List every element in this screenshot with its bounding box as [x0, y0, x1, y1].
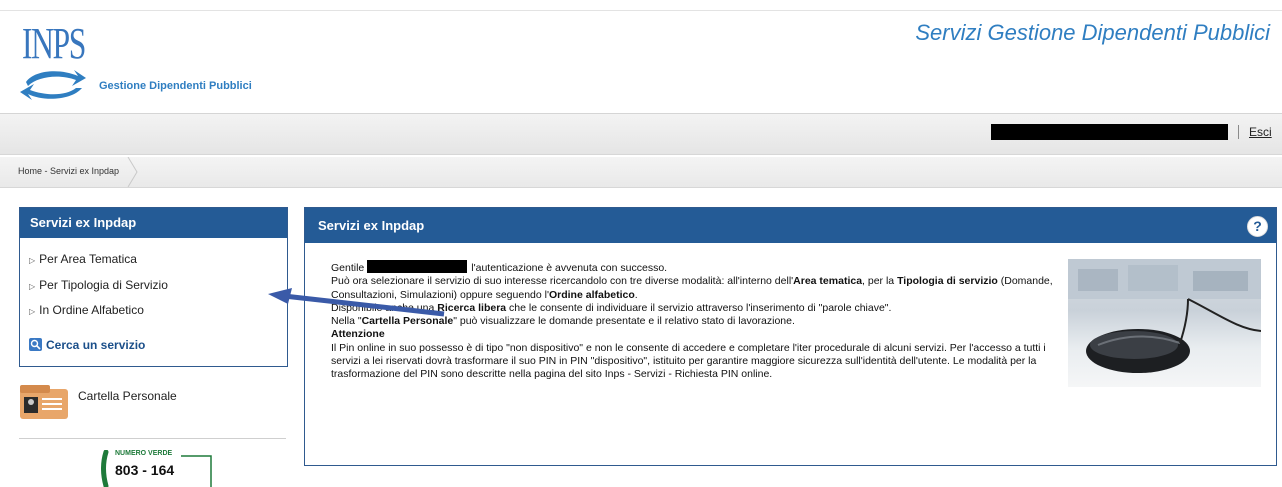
mouse-photo-drawing [1068, 259, 1261, 373]
search-service-link[interactable]: Cerca un servizio [29, 338, 145, 352]
help-icon[interactable]: ? [1247, 216, 1268, 237]
sidebar-title: Servizi ex Inpdap [20, 208, 287, 238]
sidebar-panel: Servizi ex Inpdap ▷ Per Area Tematica ▷ Pe… [19, 207, 288, 367]
sidebar-item-area-tematica[interactable]: ▷ Per Area Tematica [29, 252, 137, 266]
annotation-arrow-icon [268, 288, 445, 317]
redacted-name [367, 260, 468, 273]
breadcrumb-bar [0, 157, 1282, 188]
userbar-separator [1238, 125, 1239, 139]
cartella-personale-link[interactable]: Cartella Personale [19, 383, 286, 423]
search-icon [29, 338, 42, 351]
main-title: Servizi ex Inpdap [305, 208, 1276, 243]
sidebar-item-label: In Ordine Alfabetico [39, 303, 144, 317]
welcome-text: Gentile l'autenticazione è avvenuta con s… [331, 260, 1061, 382]
id-card-icon [20, 385, 68, 419]
sidebar-divider [19, 438, 286, 439]
sidebar-item-label: Per Area Tematica [39, 252, 137, 266]
top-border [0, 0, 1282, 11]
logout-link[interactable]: Esci [1249, 125, 1272, 139]
computer-mouse-photo [1068, 259, 1261, 387]
inps-logo-text: INPS [22, 19, 86, 68]
main-panel: Servizi ex Inpdap ? Gentile l'autenticazi… [304, 207, 1277, 466]
app-title: Servizi Gestione Dipendenti Pubblici [915, 20, 1270, 45]
breadcrumb[interactable]: Home - Servizi ex Inpdap [18, 166, 119, 176]
numero-verde-badge: NUMERO VERDE 803 - 164 [101, 450, 215, 487]
attention-text: Il Pin online in suo possesso è di tipo … [331, 341, 1046, 381]
numero-verde-number: 803 - 164 [115, 462, 175, 478]
triangle-right-icon: ▷ [29, 256, 36, 265]
breadcrumb-chevron-icon [127, 157, 138, 187]
sidebar-item-label: Per Tipologia di Servizio [39, 278, 168, 292]
redacted-user-name [991, 124, 1228, 140]
cartella-personale-label: Cartella Personale [78, 389, 177, 403]
numero-verde-label: NUMERO VERDE [115, 450, 173, 457]
attention-title: Attenzione [331, 328, 385, 341]
greeting-line: Gentile l'autenticazione è avvenuta con s… [331, 260, 668, 274]
search-service-label: Cerca un servizio [46, 338, 146, 352]
sidebar-item-tipologia[interactable]: ▷ Per Tipologia di Servizio [29, 278, 168, 292]
triangle-right-icon: ▷ [29, 307, 36, 316]
triangle-right-icon: ▷ [29, 282, 36, 291]
logo-subtitle: Gestione Dipendenti Pubblici [99, 80, 252, 92]
sidebar-item-alfabetico[interactable]: ▷ In Ordine Alfabetico [29, 303, 144, 317]
